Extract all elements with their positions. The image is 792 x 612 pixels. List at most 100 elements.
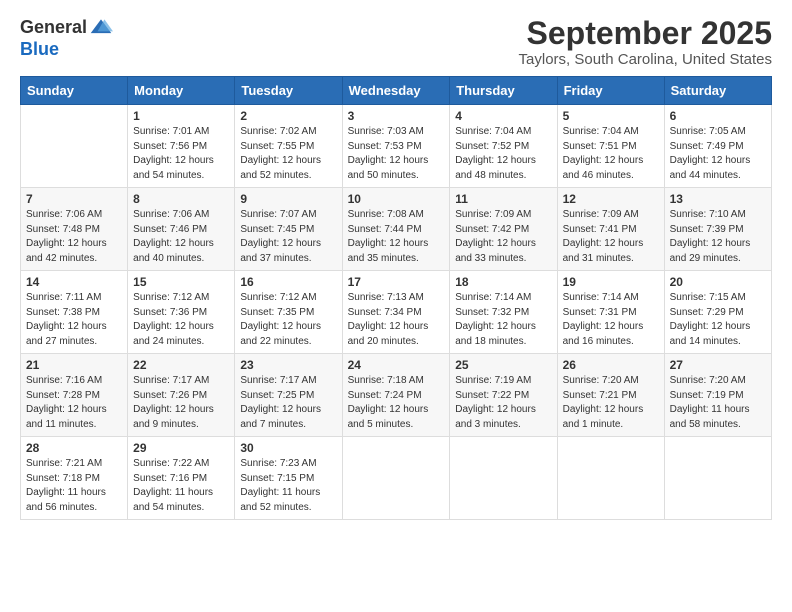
col-sunday: Sunday [21, 77, 128, 105]
day-number: 22 [133, 358, 229, 372]
day-number: 17 [348, 275, 445, 289]
day-info: Sunrise: 7:13 AMSunset: 7:34 PMDaylight:… [348, 291, 445, 349]
calendar-cell: 22 Sunrise: 7:17 AMSunset: 7:26 PMDayligh… [128, 354, 235, 437]
day-number: 13 [670, 192, 766, 206]
col-monday: Monday [128, 77, 235, 105]
day-number: 9 [240, 192, 336, 206]
calendar-cell: 7 Sunrise: 7:06 AMSunset: 7:48 PMDaylight… [21, 188, 128, 271]
calendar-cell: 25 Sunrise: 7:19 AMSunset: 7:22 PMDayligh… [450, 354, 557, 437]
day-info: Sunrise: 7:17 AMSunset: 7:26 PMDaylight:… [133, 374, 229, 432]
day-info: Sunrise: 7:09 AMSunset: 7:42 PMDaylight:… [455, 208, 551, 266]
page-header: General Blue September 2025 Taylors, Sou… [20, 16, 772, 68]
day-number: 25 [455, 358, 551, 372]
day-info: Sunrise: 7:12 AMSunset: 7:35 PMDaylight:… [240, 291, 336, 349]
calendar-cell: 24 Sunrise: 7:18 AMSunset: 7:24 PMDayligh… [342, 354, 450, 437]
day-info: Sunrise: 7:08 AMSunset: 7:44 PMDaylight:… [348, 208, 445, 266]
day-info: Sunrise: 7:11 AMSunset: 7:38 PMDaylight:… [26, 291, 122, 349]
day-number: 29 [133, 441, 229, 455]
day-number: 2 [240, 109, 336, 123]
day-info: Sunrise: 7:19 AMSunset: 7:22 PMDaylight:… [455, 374, 551, 432]
calendar-cell: 1Sunrise: 7:01 AMSunset: 7:56 PMDaylight… [128, 105, 235, 188]
day-info: Sunrise: 7:15 AMSunset: 7:29 PMDaylight:… [670, 291, 766, 349]
calendar-cell: 4 Sunrise: 7:04 AMSunset: 7:52 PMDaylight… [450, 105, 557, 188]
day-number: 4 [455, 109, 551, 123]
calendar-cell: 14 Sunrise: 7:11 AMSunset: 7:38 PMDayligh… [21, 271, 128, 354]
logo-icon [89, 16, 113, 40]
calendar-cell: 12 Sunrise: 7:09 AMSunset: 7:41 PMDayligh… [557, 188, 664, 271]
calendar-cell: 16 Sunrise: 7:12 AMSunset: 7:35 PMDayligh… [235, 271, 342, 354]
col-wednesday: Wednesday [342, 77, 450, 105]
day-info: Sunrise: 7:22 AMSunset: 7:16 PMDaylight:… [133, 457, 229, 515]
calendar-cell: 17 Sunrise: 7:13 AMSunset: 7:34 PMDayligh… [342, 271, 450, 354]
day-info: Sunrise: 7:04 AMSunset: 7:52 PMDaylight:… [455, 125, 551, 183]
calendar-cell: 30 Sunrise: 7:23 AMSunset: 7:15 PMDayligh… [235, 437, 342, 520]
day-info: Sunrise: 7:05 AMSunset: 7:49 PMDaylight:… [670, 125, 766, 183]
day-info: Sunrise: 7:18 AMSunset: 7:24 PMDaylight:… [348, 374, 445, 432]
calendar-cell [342, 437, 450, 520]
calendar-cell: 28Sunrise: 7:21 AMSunset: 7:18 PMDayligh… [21, 437, 128, 520]
day-number: 5 [563, 109, 659, 123]
day-number: 14 [26, 275, 122, 289]
day-number: 18 [455, 275, 551, 289]
calendar-cell: 10 Sunrise: 7:08 AMSunset: 7:44 PMDayligh… [342, 188, 450, 271]
calendar-cell: 18Sunrise: 7:14 AMSunset: 7:32 PMDayligh… [450, 271, 557, 354]
day-number: 20 [670, 275, 766, 289]
day-info: Sunrise: 7:10 AMSunset: 7:39 PMDaylight:… [670, 208, 766, 266]
col-friday: Friday [557, 77, 664, 105]
day-number: 16 [240, 275, 336, 289]
day-info: Sunrise: 7:20 AMSunset: 7:21 PMDaylight:… [563, 374, 659, 432]
calendar-cell: 26 Sunrise: 7:20 AMSunset: 7:21 PMDayligh… [557, 354, 664, 437]
calendar-cell: 27 Sunrise: 7:20 AMSunset: 7:19 PMDayligh… [664, 354, 771, 437]
calendar-cell: 23 Sunrise: 7:17 AMSunset: 7:25 PMDayligh… [235, 354, 342, 437]
day-info: Sunrise: 7:14 AMSunset: 7:31 PMDaylight:… [563, 291, 659, 349]
col-saturday: Saturday [664, 77, 771, 105]
calendar-table: Sunday Monday Tuesday Wednesday Thursday… [20, 76, 772, 520]
day-info: Sunrise: 7:21 AMSunset: 7:18 PMDaylight:… [26, 457, 122, 515]
day-number: 21 [26, 358, 122, 372]
day-info: Sunrise: 7:20 AMSunset: 7:19 PMDaylight:… [670, 374, 766, 432]
logo-blue: Blue [20, 40, 59, 60]
day-number: 10 [348, 192, 445, 206]
day-info: Sunrise: 7:23 AMSunset: 7:15 PMDaylight:… [240, 457, 336, 515]
calendar-cell: 13 Sunrise: 7:10 AMSunset: 7:39 PMDayligh… [664, 188, 771, 271]
calendar-cell: 3 Sunrise: 7:03 AMSunset: 7:53 PMDaylight… [342, 105, 450, 188]
day-number: 26 [563, 358, 659, 372]
day-number: 23 [240, 358, 336, 372]
calendar-cell: 20 Sunrise: 7:15 AMSunset: 7:29 PMDayligh… [664, 271, 771, 354]
month-title: September 2025 [519, 16, 772, 51]
day-info: Sunrise: 7:09 AMSunset: 7:41 PMDaylight:… [563, 208, 659, 266]
day-info: Sunrise: 7:12 AMSunset: 7:36 PMDaylight:… [133, 291, 229, 349]
day-info: Sunrise: 7:07 AMSunset: 7:45 PMDaylight:… [240, 208, 336, 266]
day-number: 3 [348, 109, 445, 123]
day-number: 7 [26, 192, 122, 206]
day-info: Sunrise: 7:03 AMSunset: 7:53 PMDaylight:… [348, 125, 445, 183]
day-info: Sunrise: 7:06 AMSunset: 7:48 PMDaylight:… [26, 208, 122, 266]
day-number: 27 [670, 358, 766, 372]
calendar-cell [664, 437, 771, 520]
day-info: Sunrise: 7:04 AMSunset: 7:51 PMDaylight:… [563, 125, 659, 183]
day-info: Sunrise: 7:01 AMSunset: 7:56 PMDaylight:… [133, 125, 229, 183]
calendar-cell: 9 Sunrise: 7:07 AMSunset: 7:45 PMDaylight… [235, 188, 342, 271]
day-number: 6 [670, 109, 766, 123]
calendar-cell: 2 Sunrise: 7:02 AMSunset: 7:55 PMDaylight… [235, 105, 342, 188]
day-number: 15 [133, 275, 229, 289]
day-number: 19 [563, 275, 659, 289]
day-info: Sunrise: 7:02 AMSunset: 7:55 PMDaylight:… [240, 125, 336, 183]
calendar-cell: 6 Sunrise: 7:05 AMSunset: 7:49 PMDaylight… [664, 105, 771, 188]
calendar-cell [450, 437, 557, 520]
location-title: Taylors, South Carolina, United States [519, 51, 772, 68]
day-number: 30 [240, 441, 336, 455]
calendar-cell: 29 Sunrise: 7:22 AMSunset: 7:16 PMDayligh… [128, 437, 235, 520]
day-number: 12 [563, 192, 659, 206]
calendar-header-row: Sunday Monday Tuesday Wednesday Thursday… [21, 77, 772, 105]
calendar-cell: 8 Sunrise: 7:06 AMSunset: 7:46 PMDaylight… [128, 188, 235, 271]
calendar-cell [557, 437, 664, 520]
day-number: 24 [348, 358, 445, 372]
day-info: Sunrise: 7:17 AMSunset: 7:25 PMDaylight:… [240, 374, 336, 432]
col-thursday: Thursday [450, 77, 557, 105]
day-number: 8 [133, 192, 229, 206]
day-info: Sunrise: 7:16 AMSunset: 7:28 PMDaylight:… [26, 374, 122, 432]
day-info: Sunrise: 7:06 AMSunset: 7:46 PMDaylight:… [133, 208, 229, 266]
col-tuesday: Tuesday [235, 77, 342, 105]
title-block: September 2025 Taylors, South Carolina, … [519, 16, 772, 68]
